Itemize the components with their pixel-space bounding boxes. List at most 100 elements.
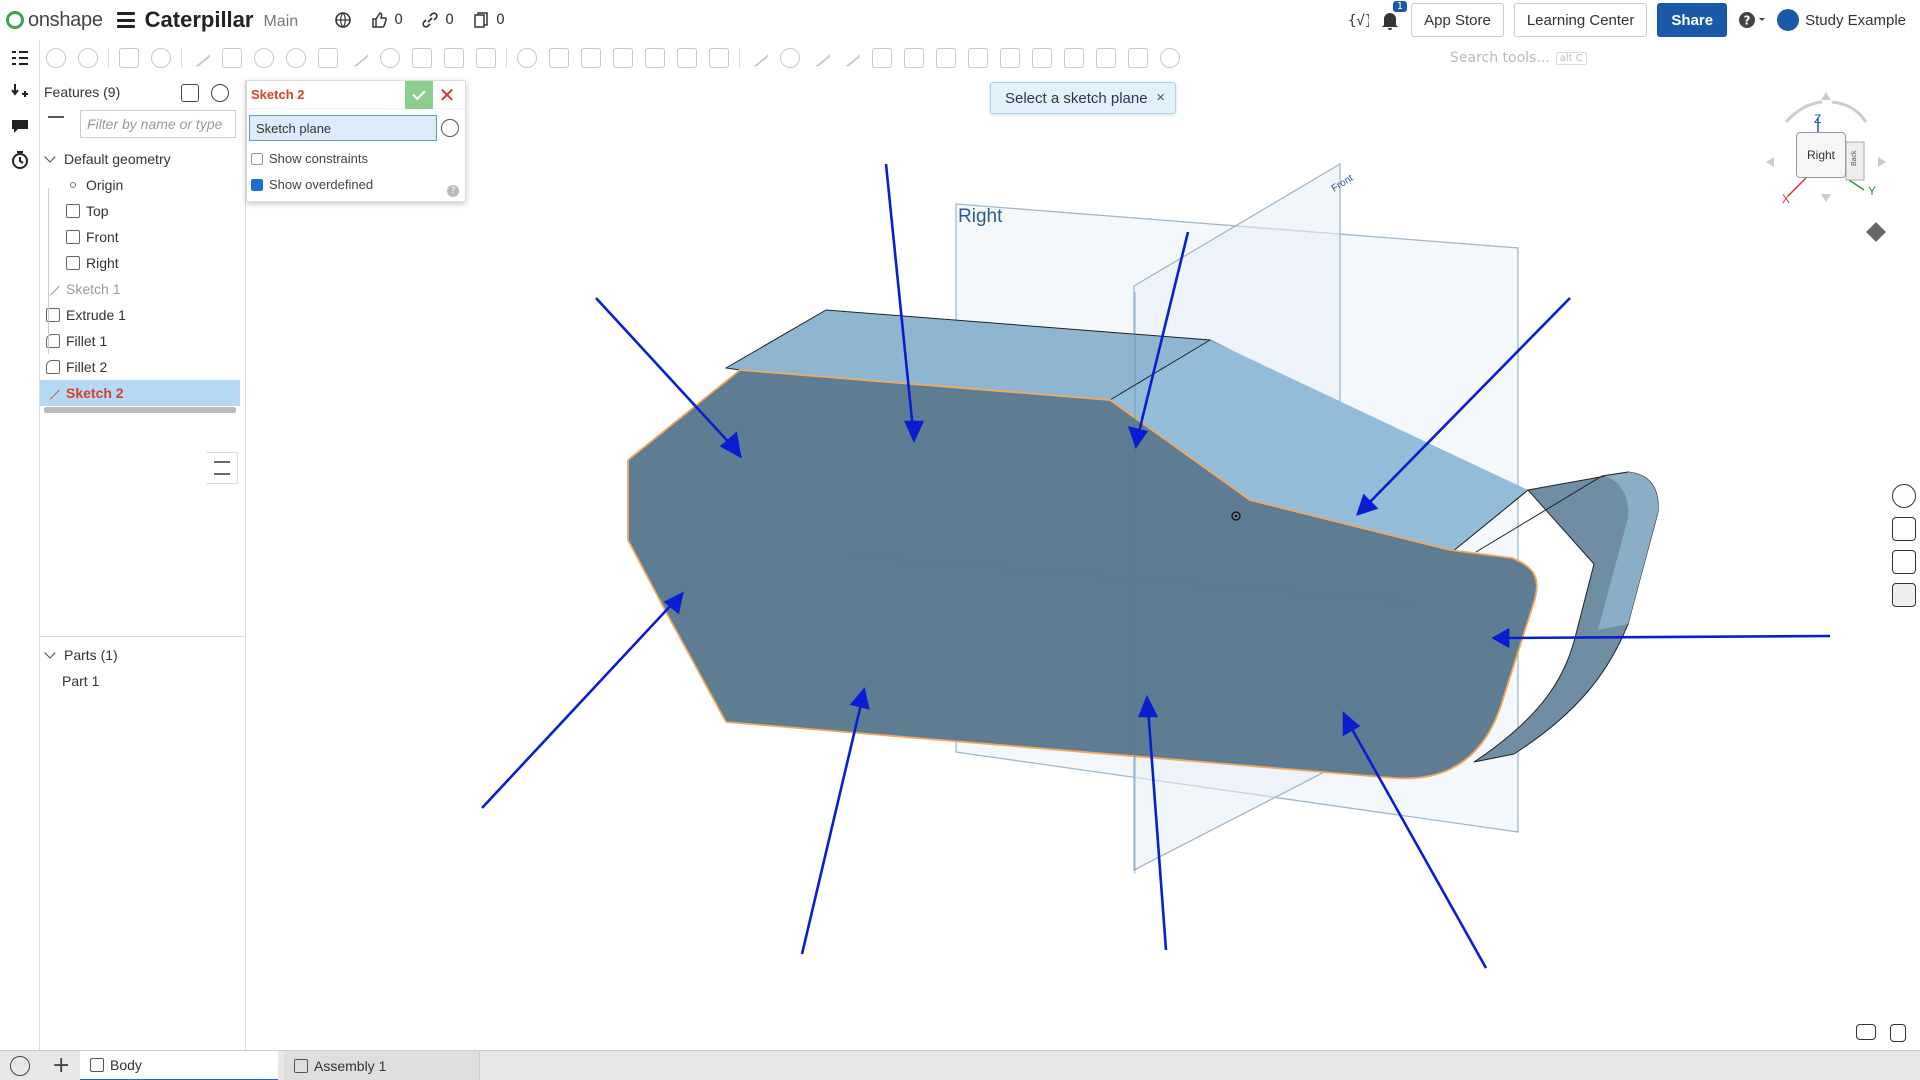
feature-list-icon[interactable] <box>10 48 30 68</box>
show-overdefined-checkbox[interactable] <box>251 178 263 191</box>
hamburger-menu-icon[interactable] <box>116 12 135 28</box>
feature-plane-right[interactable]: Right <box>40 250 246 276</box>
pattern-icon[interactable] <box>677 48 697 68</box>
feature-fillet-2[interactable]: Fillet 2 <box>40 354 246 380</box>
view-up-arrow-icon[interactable] <box>1821 92 1831 100</box>
part-item[interactable]: Part 1 <box>40 668 246 694</box>
trim-icon[interactable] <box>549 48 569 68</box>
show-constraints-option[interactable]: Show constraints <box>251 151 368 166</box>
tangent-icon[interactable] <box>840 48 862 68</box>
feature-sketch-2[interactable]: Sketch 2 <box>40 380 240 406</box>
feature-list-toggle[interactable] <box>206 452 238 484</box>
copy-count[interactable]: 0 <box>472 11 505 29</box>
tab-manager-icon[interactable] <box>10 1055 30 1076</box>
normal-icon[interactable] <box>1032 48 1052 68</box>
view-cube-face[interactable]: Right <box>1796 132 1846 178</box>
view-tools-icon[interactable] <box>1890 1024 1906 1042</box>
learning-center-button[interactable]: Learning Center <box>1513 3 1648 37</box>
sketch-plane-field[interactable]: Sketch plane <box>249 115 437 141</box>
perpendicular-icon[interactable] <box>936 48 956 68</box>
view-cube-side-face[interactable]: Back <box>1851 150 1858 166</box>
undo-icon[interactable] <box>46 48 66 68</box>
close-icon[interactable]: × <box>1156 89 1165 106</box>
construction-icon[interactable] <box>444 48 464 68</box>
rectangle-tool-icon[interactable] <box>222 48 242 68</box>
pierce-icon[interactable] <box>1064 48 1084 68</box>
variable-studio-icon[interactable]: {√} <box>1347 9 1369 31</box>
add-folder-icon[interactable] <box>181 84 199 102</box>
tab-body[interactable]: Body <box>80 1051 278 1080</box>
rotate-right-arrow-icon[interactable] <box>1831 100 1868 123</box>
onshape-logo[interactable]: onshape <box>6 9 103 32</box>
offset-icon[interactable] <box>613 48 633 68</box>
view-right-arrow-icon[interactable] <box>1878 157 1886 167</box>
share-button[interactable]: Share <box>1657 3 1728 37</box>
concentric-icon[interactable] <box>780 48 800 68</box>
feature-extrude-1[interactable]: Extrude 1 <box>40 302 246 328</box>
chevron-down-icon[interactable] <box>44 151 56 163</box>
app-store-button[interactable]: App Store <box>1411 3 1504 37</box>
view-cube[interactable]: Back Right Z Y X <box>1766 92 1886 206</box>
extrude-icon[interactable] <box>151 48 171 68</box>
midpoint-icon[interactable] <box>1000 48 1020 68</box>
clock-icon[interactable] <box>441 119 459 137</box>
user-menu[interactable]: Study Example <box>1777 9 1906 31</box>
rollback-timer-icon[interactable] <box>211 84 229 102</box>
feature-fillet-1[interactable]: Fillet 1 <box>40 328 246 354</box>
equal-icon[interactable] <box>968 48 988 68</box>
dimension-icon[interactable] <box>476 48 496 68</box>
circle-tool-icon[interactable] <box>254 48 274 68</box>
filter-icon[interactable] <box>48 116 64 132</box>
default-geometry-group[interactable]: Default geometry <box>40 146 246 172</box>
new-sketch-icon[interactable] <box>119 48 139 68</box>
document-title[interactable]: Caterpillar <box>145 7 254 33</box>
show-constraints-checkbox[interactable] <box>251 152 263 165</box>
feature-filter-input[interactable]: Filter by name or type <box>80 110 236 138</box>
notifications[interactable]: 1 <box>1379 1 1408 31</box>
mass-properties-icon[interactable] <box>1892 517 1916 541</box>
parts-group[interactable]: Parts (1) <box>40 642 246 668</box>
accept-button[interactable] <box>405 81 433 109</box>
extend-icon[interactable] <box>581 48 601 68</box>
symmetric-icon[interactable] <box>1096 48 1116 68</box>
feature-panel-scrollbar[interactable] <box>44 407 236 413</box>
view-left-arrow-icon[interactable] <box>1766 157 1774 167</box>
mirror-icon[interactable] <box>645 48 665 68</box>
history-icon[interactable] <box>10 150 30 170</box>
redo-icon[interactable] <box>78 48 98 68</box>
add-tab-icon[interactable]: + <box>52 1053 70 1078</box>
fix-icon[interactable] <box>1128 48 1148 68</box>
chevron-down-icon[interactable] <box>44 647 56 659</box>
spline-tool-icon[interactable] <box>348 48 370 68</box>
tool-search[interactable]: Search tools... alt C <box>1442 45 1622 71</box>
graphics-viewport[interactable]: Right Front <box>246 74 1920 1050</box>
model-canvas[interactable]: Right Front <box>246 74 1920 1050</box>
feature-plane-top[interactable]: Top <box>40 198 246 224</box>
measure-icon[interactable] <box>1892 550 1916 574</box>
line-tool-icon[interactable] <box>190 48 212 68</box>
parallel-icon[interactable] <box>810 48 832 68</box>
section-view-icon[interactable] <box>1856 1024 1876 1040</box>
curvature-icon[interactable] <box>1160 48 1180 68</box>
arc-tool-icon[interactable] <box>286 48 306 68</box>
link-count[interactable]: 0 <box>421 11 454 29</box>
tab-assembly-1[interactable]: Assembly 1 <box>284 1051 480 1080</box>
help-menu-icon[interactable]: ? <box>1737 9 1767 31</box>
cancel-button[interactable]: ✕ <box>433 81 461 109</box>
feature-origin[interactable]: Origin <box>40 172 246 198</box>
public-globe[interactable] <box>334 11 352 29</box>
insert-icon[interactable] <box>10 82 30 102</box>
use-icon[interactable] <box>748 48 770 68</box>
transform-icon[interactable] <box>709 48 729 68</box>
like-count[interactable]: 0 <box>370 11 403 29</box>
horizontal-icon[interactable] <box>872 48 892 68</box>
vertical-icon[interactable] <box>904 48 924 68</box>
variables-panel-icon[interactable] <box>1892 583 1916 607</box>
fillet-sketch-icon[interactable] <box>517 48 537 68</box>
workspace-branch[interactable]: Main <box>263 13 298 31</box>
show-overdefined-option[interactable]: Show overdefined <box>251 177 373 192</box>
feature-sketch-1[interactable]: Sketch 1 <box>40 276 246 302</box>
polygon-tool-icon[interactable] <box>318 48 338 68</box>
text-tool-icon[interactable] <box>412 48 432 68</box>
feature-plane-front[interactable]: Front <box>40 224 246 250</box>
